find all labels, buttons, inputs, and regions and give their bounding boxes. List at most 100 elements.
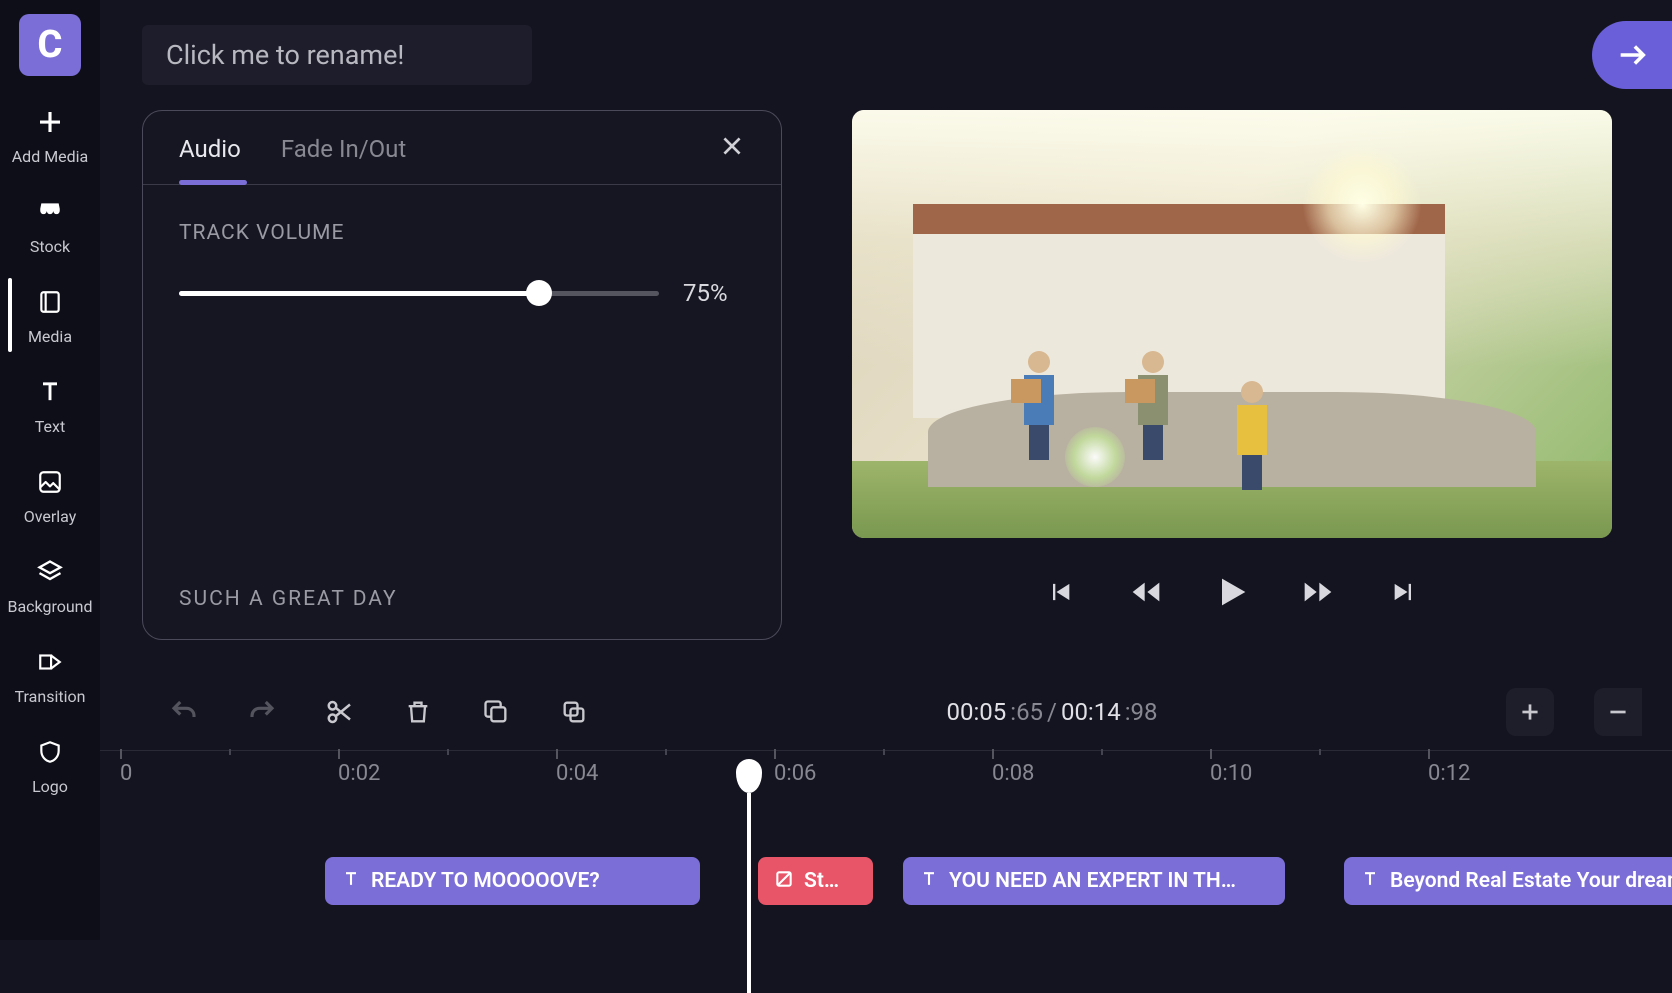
ruler-tick: 0:04 xyxy=(556,761,598,786)
undo-icon xyxy=(169,697,199,727)
transition-icon xyxy=(32,644,68,680)
export-button[interactable] xyxy=(1592,21,1672,89)
sidebar-item-label: Text xyxy=(35,417,65,436)
current-time: 00:05 xyxy=(946,698,1006,726)
tab-audio[interactable]: Audio xyxy=(179,135,241,183)
redo-button[interactable] xyxy=(238,688,286,736)
sidebar-item-transition[interactable]: Transition xyxy=(15,644,86,706)
rewind-icon xyxy=(1130,576,1162,608)
timeline-clip[interactable]: St… xyxy=(758,857,873,905)
timeline[interactable]: 0 0:02 0:04 0:06 0:08 0:10 0:12 READY TO MOOOO… xyxy=(100,750,1672,917)
ruler-tick: 0 xyxy=(120,761,132,786)
ruler-tick: 0:08 xyxy=(992,761,1034,786)
trash-icon xyxy=(404,698,432,726)
timeline-clip[interactable]: Beyond Real Estate Your dream, o xyxy=(1344,857,1672,905)
ruler-tick: 0:02 xyxy=(338,761,380,786)
main-area: Audio Fade In/Out TRACK VOLUME 75% SUCH … xyxy=(100,0,1672,940)
zoom-in-button[interactable] xyxy=(1506,688,1554,736)
copy-button[interactable] xyxy=(472,688,520,736)
skip-next-icon xyxy=(1390,578,1418,606)
volume-value: 75% xyxy=(683,279,728,307)
clip-label: YOU NEED AN EXPERT IN TH… xyxy=(949,869,1236,893)
sidebar-item-label: Add Media xyxy=(12,147,89,166)
workspace: Audio Fade In/Out TRACK VOLUME 75% SUCH … xyxy=(100,110,1672,670)
slider-fill xyxy=(179,291,539,296)
clip-label: Beyond Real Estate Your dream, o xyxy=(1390,869,1672,893)
scissors-icon xyxy=(325,697,355,727)
zoom-out-button[interactable] xyxy=(1594,688,1642,736)
delete-button[interactable] xyxy=(394,688,442,736)
rewind-button[interactable] xyxy=(1126,572,1166,612)
skip-end-button[interactable] xyxy=(1384,572,1424,612)
ruler-tick: 0:06 xyxy=(774,761,816,786)
video-preview[interactable] xyxy=(852,110,1612,538)
preview-column xyxy=(812,110,1652,670)
sidebar-item-label: Transition xyxy=(15,687,86,706)
duplicate-icon xyxy=(560,698,588,726)
sidebar-item-label: Media xyxy=(28,327,72,346)
sidebar-item-label: Logo xyxy=(32,777,68,796)
play-button[interactable] xyxy=(1212,572,1252,612)
close-icon xyxy=(719,133,745,159)
app-logo[interactable]: C xyxy=(19,14,81,76)
shield-icon xyxy=(32,734,68,770)
tab-indicator xyxy=(179,180,247,185)
timeline-clip[interactable]: READY TO MOOOOOVE? xyxy=(325,857,700,905)
audio-track-name: SUCH A GREAT DAY xyxy=(179,587,745,611)
sidebar-item-background[interactable]: Background xyxy=(7,554,92,616)
store-icon xyxy=(32,194,68,230)
fast-forward-icon xyxy=(1302,576,1334,608)
ruler-tick: 0:12 xyxy=(1428,761,1470,786)
close-panel-button[interactable] xyxy=(719,133,745,184)
left-sidebar: C Add Media Stock Media Text Overlay Bac… xyxy=(0,0,100,940)
ruler-tick: 0:10 xyxy=(1210,761,1252,786)
cut-button[interactable] xyxy=(316,688,364,736)
arrow-right-icon xyxy=(1615,38,1649,72)
skip-previous-icon xyxy=(1046,578,1074,606)
sidebar-item-text[interactable]: Text xyxy=(32,374,68,436)
sidebar-item-overlay[interactable]: Overlay xyxy=(24,464,77,526)
time-display: 00:05:65 / 00:14:98 xyxy=(946,698,1157,726)
sidebar-item-label: Overlay xyxy=(24,507,77,526)
media-icon xyxy=(32,284,68,320)
duplicate-button[interactable] xyxy=(550,688,598,736)
text-icon xyxy=(919,869,939,894)
sidebar-item-logo[interactable]: Logo xyxy=(32,734,68,796)
total-time: 00:14 xyxy=(1061,698,1121,726)
timeline-tracks: READY TO MOOOOOVE? St… YOU NEED AN EXPERT … xyxy=(100,857,1672,917)
copy-icon xyxy=(482,698,510,726)
timeline-clip[interactable]: YOU NEED AN EXPERT IN TH… xyxy=(903,857,1285,905)
overlay-icon xyxy=(32,464,68,500)
volume-slider[interactable] xyxy=(179,291,659,296)
sidebar-item-label: Background xyxy=(7,597,92,616)
playhead[interactable] xyxy=(736,759,762,993)
slider-thumb[interactable] xyxy=(526,280,552,306)
clip-label: St… xyxy=(804,869,839,893)
plus-icon xyxy=(1517,699,1543,725)
sidebar-item-add-media[interactable]: Add Media xyxy=(12,104,89,166)
layers-icon xyxy=(32,554,68,590)
playback-controls xyxy=(1040,572,1424,612)
clip-label: READY TO MOOOOOVE? xyxy=(371,869,600,893)
text-icon xyxy=(32,374,68,410)
minus-icon xyxy=(1605,699,1631,725)
volume-section-label: TRACK VOLUME xyxy=(179,221,745,245)
sidebar-item-stock[interactable]: Stock xyxy=(30,194,70,256)
topbar xyxy=(100,0,1672,110)
skip-start-button[interactable] xyxy=(1040,572,1080,612)
text-icon xyxy=(1360,869,1380,894)
sidebar-item-media[interactable]: Media xyxy=(28,284,72,346)
volume-slider-row: 75% xyxy=(179,279,745,307)
redo-icon xyxy=(247,697,277,727)
undo-button[interactable] xyxy=(160,688,208,736)
timeline-ruler[interactable]: 0 0:02 0:04 0:06 0:08 0:10 0:12 xyxy=(100,761,1672,807)
tab-fade[interactable]: Fade In/Out xyxy=(281,135,406,183)
plus-icon xyxy=(32,104,68,140)
audio-panel: Audio Fade In/Out TRACK VOLUME 75% SUCH … xyxy=(142,110,782,640)
forward-button[interactable] xyxy=(1298,572,1338,612)
text-icon xyxy=(341,869,361,894)
timeline-toolbar: 00:05:65 / 00:14:98 xyxy=(100,670,1672,750)
panel-tabs: Audio Fade In/Out xyxy=(143,111,781,185)
panel-body: TRACK VOLUME 75% SUCH A GREAT DAY xyxy=(143,185,781,639)
project-title-input[interactable] xyxy=(142,25,532,85)
